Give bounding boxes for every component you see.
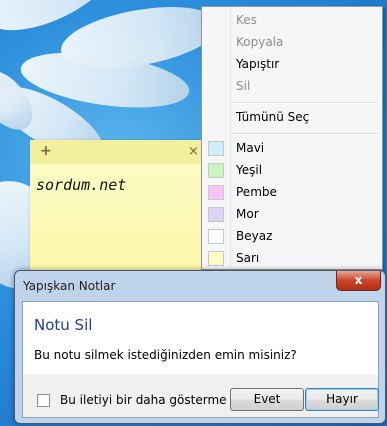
menu-item-color-white[interactable]: Beyaz: [202, 225, 382, 247]
dialog-body: Notu Sil Bu notu silmek istediğinizden e…: [22, 301, 379, 418]
menu-item-label: Yapıştır: [236, 57, 280, 71]
sticky-note[interactable]: + × sordum.net: [30, 140, 208, 290]
dont-show-again-label[interactable]: Bu iletiyi bir daha gösterme: [60, 393, 227, 407]
menu-item-label: Tümünü Seç: [236, 110, 310, 124]
menu-item-paste[interactable]: Yapıştır: [202, 53, 382, 75]
dialog-title: Yapışkan Notlar: [23, 279, 116, 293]
dialog-close-button[interactable]: x: [336, 271, 381, 291]
add-note-icon[interactable]: +: [40, 143, 52, 159]
menu-item-label: Kes: [236, 13, 257, 27]
menu-separator: [232, 133, 379, 135]
no-button[interactable]: Hayır: [305, 388, 379, 411]
color-swatch-icon: [208, 163, 224, 178]
menu-item-label: Mavi: [236, 141, 265, 155]
color-swatch-icon: [208, 251, 224, 266]
yes-button[interactable]: Evet: [230, 388, 304, 411]
menu-item-label: Kopyala: [236, 35, 284, 49]
dialog-content-area: Notu Sil Bu notu silmek istediğinizden e…: [23, 302, 378, 374]
menu-item-copy[interactable]: Kopyala: [202, 31, 382, 53]
menu-item-color-yellow[interactable]: Sarı: [202, 247, 382, 269]
note-text[interactable]: sordum.net: [36, 176, 126, 194]
sticky-note-header[interactable]: + ×: [30, 140, 208, 164]
menu-item-label: Mor: [236, 207, 259, 221]
dialog-heading: Notu Sil: [34, 316, 93, 334]
color-swatch-icon: [208, 229, 224, 244]
menu-item-color-pink[interactable]: Pembe: [202, 181, 382, 203]
dont-show-again-checkbox[interactable]: [37, 394, 50, 407]
menu-item-label: Sarı: [236, 251, 260, 265]
menu-item-label: Yeşil: [236, 163, 263, 177]
color-swatch-icon: [208, 185, 224, 200]
menu-item-color-green[interactable]: Yeşil: [202, 159, 382, 181]
menu-item-label: Sil: [236, 79, 251, 93]
menu-item-label: Beyaz: [236, 229, 273, 243]
menu-separator: [232, 102, 379, 104]
delete-note-dialog: Yapışkan Notlar x Notu Sil Bu notu silme…: [14, 270, 386, 424]
context-menu: Kes Kopyala Yapıştır Sil Tümünü Seç Mavi…: [201, 6, 383, 270]
close-note-icon[interactable]: ×: [188, 144, 199, 159]
dialog-message: Bu notu silmek istediğinizden emin misin…: [34, 348, 297, 362]
menu-item-delete[interactable]: Sil: [202, 75, 382, 97]
menu-item-select-all[interactable]: Tümünü Seç: [202, 106, 382, 128]
color-swatch-icon: [208, 141, 224, 156]
menu-item-cut[interactable]: Kes: [202, 9, 382, 31]
menu-item-label: Pembe: [236, 185, 277, 199]
menu-item-color-purple[interactable]: Mor: [202, 203, 382, 225]
color-swatch-icon: [208, 207, 224, 222]
menu-item-color-blue[interactable]: Mavi: [202, 137, 382, 159]
